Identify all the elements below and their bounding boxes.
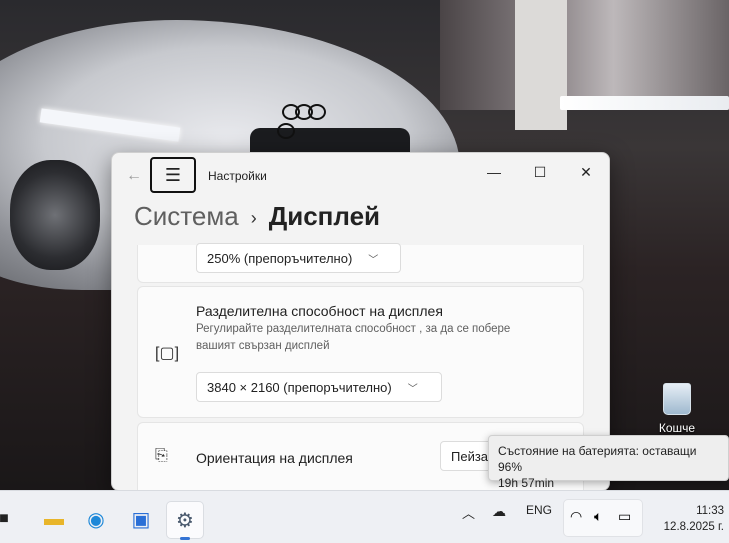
wallpaper-wall: [440, 0, 729, 110]
onedrive-status[interactable]: ☁: [492, 503, 506, 520]
quick-settings-button[interactable]: ◠ 🔈︎ ▭: [563, 499, 643, 537]
resolution-description: Регулирайте разделителната способност , …: [196, 323, 511, 352]
edge-button[interactable]: ◉: [78, 501, 114, 537]
resolution-title: Разделителна способност на дисплея: [196, 303, 443, 319]
windows-icon: ■: [0, 510, 9, 527]
scale-dropdown[interactable]: 250% (препоръчително) ﹀: [196, 243, 401, 273]
scale-card: 250% (препоръчително) ﹀: [137, 243, 584, 283]
recycle-bin-label: Кошче: [658, 421, 696, 435]
settings-taskbar-button[interactable]: ⚙: [166, 501, 204, 540]
orientation-title: Ориентация на дисплея: [196, 450, 353, 466]
recycle-bin-icon: [663, 383, 691, 415]
recycle-bin-shortcut[interactable]: Кошче: [652, 383, 702, 435]
minimize-button[interactable]: —: [474, 159, 514, 185]
language-indicator[interactable]: ENG: [526, 503, 552, 517]
breadcrumb: Система › Дисплей: [134, 201, 380, 232]
chevron-up-icon: ︿: [462, 506, 476, 521]
resolution-dropdown[interactable]: 3840 × 2160 (препоръчително) ﹀: [196, 372, 442, 402]
chevron-down-icon: ﹀: [407, 383, 418, 395]
back-arrow-icon[interactable]: ←: [126, 167, 142, 185]
hamburger-menu-icon: ☰: [164, 164, 182, 185]
chevron-down-icon: ﹀: [368, 254, 379, 266]
battery-icon: ▭: [618, 508, 632, 524]
clock-date: 12.8.2025 г.: [663, 521, 724, 533]
close-button[interactable]: ✕: [566, 159, 606, 185]
wallpaper-light: [560, 96, 729, 110]
battery-tooltip-status: Състояние на батерията: оставащи 96%: [498, 444, 697, 474]
page-title: Дисплей: [268, 201, 381, 231]
car-logo-icon: [277, 104, 334, 139]
maximize-button[interactable]: ☐: [520, 159, 560, 185]
battery-tooltip: Състояние на батерията: оставащи 96% 19h…: [488, 435, 729, 490]
resolution-card: [▢] Разделителна способност на дисплея Р…: [137, 286, 584, 418]
file-explorer-button[interactable]: ▬: [36, 501, 72, 537]
breadcrumb-separator: ›: [250, 207, 257, 228]
orientation-value: Пейза: [451, 448, 489, 464]
store-button[interactable]: ▣: [123, 501, 159, 537]
wallpaper-wheel: [10, 160, 100, 270]
scale-value: 250% (препоръчително): [207, 250, 353, 266]
clock[interactable]: 11:33 12.8.2025 г.: [644, 503, 724, 535]
file-explorer-icon: ▬: [44, 507, 64, 530]
settings-icon: ⚙: [176, 509, 194, 532]
store-icon: ▣: [131, 508, 151, 531]
orientation-icon: ⎘: [155, 447, 168, 464]
show-hidden-icons-button[interactable]: ︿: [462, 503, 475, 522]
app-title: Настройки: [208, 169, 267, 183]
resolution-value: 3840 × 2160 (препоръчително): [207, 379, 392, 395]
wallpaper-pillar: [515, 0, 567, 130]
volume-icon: 🔈︎: [594, 508, 603, 524]
battery-tooltip-time: 19h 57min: [498, 476, 555, 490]
start-button[interactable]: ■: [0, 501, 16, 537]
resolution-icon: [▢]: [155, 345, 180, 362]
breadcrumb-root[interactable]: Система: [134, 201, 239, 231]
cloud-off-icon: ☁: [492, 503, 506, 519]
wifi-icon: ◠: [570, 508, 583, 524]
hamburger-menu-button[interactable]: ☰: [150, 157, 196, 193]
clock-time: 11:33: [696, 505, 724, 517]
edge-icon: ◉: [87, 508, 105, 531]
taskbar: ■ ▬ ◉ ▣ ⚙ ︿ ☁ ENG ◠ 🔈︎ ▭ 11:33 12.8.2025…: [0, 490, 729, 543]
